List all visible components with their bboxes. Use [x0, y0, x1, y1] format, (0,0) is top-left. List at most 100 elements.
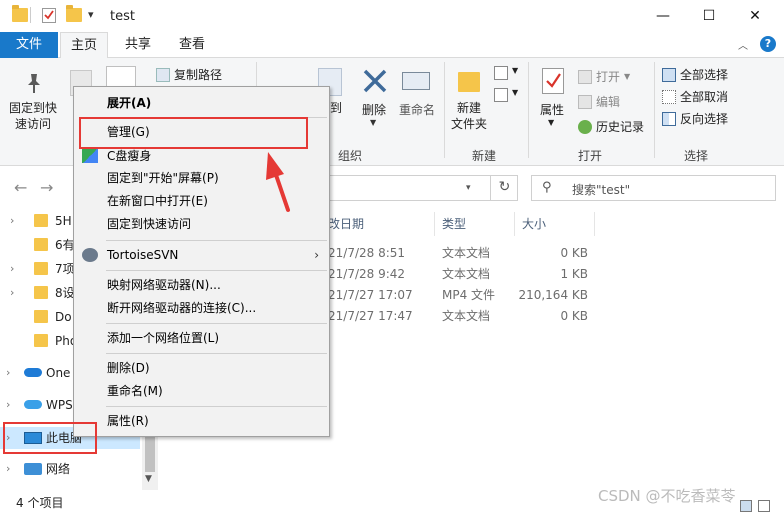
forward-arrow-icon[interactable]: → — [40, 178, 53, 197]
nav-item-label: 7项 — [55, 262, 75, 276]
cloud-icon — [24, 368, 42, 377]
easy-access-icon[interactable] — [494, 88, 508, 102]
menu-item-label: 属性(R) — [107, 414, 149, 428]
file-date: 21/7/27 17:47 — [328, 309, 413, 323]
group-new-label: 新建 — [472, 149, 497, 163]
easy-access-dropdown-icon[interactable]: ▼ — [512, 88, 518, 97]
properties-button[interactable]: 属性 — [536, 102, 568, 118]
rename-button[interactable]: 重命名 — [396, 102, 438, 118]
select-none-label: 全部取消 — [680, 90, 729, 104]
menu-separator — [106, 353, 327, 354]
divider — [594, 212, 595, 236]
invert-selection-button[interactable]: 反向选择 — [662, 110, 728, 127]
ribbon-tabs: 文件 主页 共享 查看 ︿ ? — [0, 32, 784, 59]
menu-item-label: 在新窗口中打开(E) — [107, 194, 208, 208]
nav-item-label: 网络 — [46, 462, 71, 476]
column-header-type[interactable]: 类型 — [442, 214, 466, 236]
folder-icon — [34, 214, 48, 227]
select-none-button[interactable]: 全部取消 — [662, 88, 728, 105]
file-size: 0 KB — [560, 309, 588, 323]
expand-chevron-icon[interactable]: › — [6, 394, 10, 416]
search-input[interactable]: ⚲ 搜索"test" — [531, 175, 776, 201]
annotation-arrow-icon — [266, 152, 290, 212]
search-icon: ⚲ — [542, 180, 552, 195]
help-icon[interactable]: ? — [760, 36, 776, 52]
maximize-button[interactable]: ☐ — [686, 0, 732, 32]
menu-item-pin-quick-access[interactable]: 固定到快速访问 — [74, 213, 329, 235]
title-bar: ▾ test — ☐ ✕ — [0, 0, 784, 32]
select-all-icon — [662, 67, 676, 82]
nav-item-label: 5H — [55, 214, 72, 228]
history-button[interactable]: 历史记录 — [578, 118, 644, 135]
menu-item-add-network-location[interactable]: 添加一个网络位置(L) — [74, 327, 329, 349]
nav-item-label: 8设 — [55, 286, 75, 300]
menu-item-tortoisesvn[interactable]: TortoiseSVN › — [74, 244, 329, 266]
new-folder-icon[interactable] — [458, 72, 480, 92]
file-size: 0 KB — [560, 246, 588, 260]
menu-item-properties[interactable]: 属性(R) — [74, 410, 329, 432]
menu-item-disconnect-network-drive[interactable]: 断开网络驱动器的连接(C)... — [74, 297, 329, 319]
open-label: 打开 — [596, 70, 621, 84]
nav-item-network[interactable]: › 网络 — [0, 458, 140, 480]
delete-icon[interactable] — [362, 68, 388, 97]
details-view-icon[interactable] — [740, 500, 752, 512]
properties-icon[interactable] — [542, 68, 564, 94]
minimize-button[interactable]: — — [640, 0, 686, 32]
collapse-ribbon-icon[interactable]: ︿ — [738, 37, 748, 52]
edit-button[interactable]: 编辑 — [578, 93, 620, 110]
folder-icon — [34, 334, 48, 347]
watermark: CSDN @不吃香菜苓 — [598, 487, 736, 505]
nav-item-label: 6有 — [55, 238, 75, 252]
expand-chevron-icon[interactable]: › — [6, 362, 10, 384]
expand-chevron-icon[interactable]: › — [10, 210, 14, 232]
group-open-label: 打开 — [578, 149, 603, 163]
file-type: 文本文档 — [442, 246, 491, 260]
properties-dropdown-icon[interactable]: ▼ — [548, 118, 554, 127]
copy-path-button[interactable]: 复制路径 — [156, 66, 222, 83]
refresh-button[interactable]: ↻ — [490, 175, 518, 201]
select-all-button[interactable]: 全部选择 — [662, 66, 728, 83]
folder-icon — [34, 286, 48, 299]
customize-quick-access-icon[interactable]: ▾ — [88, 8, 94, 21]
delete-dropdown-icon[interactable]: ▼ — [370, 118, 376, 127]
expand-chevron-icon[interactable]: › — [10, 282, 14, 304]
address-bar[interactable] — [316, 175, 518, 201]
tab-file[interactable]: 文件 — [0, 32, 58, 58]
nav-item-label: Do — [55, 310, 72, 324]
open-button[interactable]: 打开 ▼ — [578, 68, 630, 85]
window-title: test — [110, 9, 135, 24]
scroll-down-icon[interactable]: ▼ — [145, 474, 152, 484]
tab-share[interactable]: 共享 — [114, 32, 162, 58]
expand-chevron-icon[interactable]: › — [10, 258, 14, 280]
menu-item-label: 断开网络驱动器的连接(C)... — [107, 301, 257, 315]
back-arrow-icon[interactable]: ← — [14, 178, 27, 197]
delete-button[interactable]: 删除 — [358, 102, 390, 118]
submenu-arrow-icon: › — [314, 248, 319, 262]
rename-icon[interactable] — [402, 72, 430, 90]
menu-item-map-network-drive[interactable]: 映射网络驱动器(N)... — [74, 274, 329, 296]
tab-home[interactable]: 主页 — [60, 32, 108, 59]
large-icons-view-icon[interactable] — [758, 500, 770, 512]
open-dropdown-icon: ▼ — [624, 72, 631, 81]
new-item-dropdown-icon[interactable]: ▼ — [512, 66, 518, 75]
menu-item-delete[interactable]: 删除(D) — [74, 357, 329, 379]
new-folder-quick-icon[interactable] — [66, 5, 82, 22]
menu-separator — [106, 240, 327, 241]
expand-chevron-icon[interactable]: › — [6, 458, 10, 480]
column-header-size[interactable]: 大小 — [522, 214, 546, 236]
address-history-dropdown-icon[interactable]: ▾ — [466, 183, 471, 193]
copy-path-label: 复制路径 — [174, 68, 223, 82]
properties-quick-icon[interactable] — [42, 8, 56, 23]
pin-quick-access-button[interactable]: 固定到快 速访问 — [4, 100, 62, 132]
new-item-icon[interactable] — [494, 66, 508, 80]
select-none-icon — [662, 89, 676, 104]
menu-item-label: 展开(A) — [107, 96, 152, 110]
file-date: 21/7/28 9:42 — [328, 267, 406, 281]
divider — [434, 212, 435, 236]
close-button[interactable]: ✕ — [732, 0, 778, 32]
column-header-date[interactable]: 改日期 — [328, 214, 364, 236]
menu-item-expand[interactable]: 展开(A) — [74, 92, 329, 114]
menu-item-rename[interactable]: 重命名(M) — [74, 380, 329, 402]
new-folder-button[interactable]: 新建 文件夹 — [446, 100, 492, 132]
tab-view[interactable]: 查看 — [168, 32, 216, 58]
